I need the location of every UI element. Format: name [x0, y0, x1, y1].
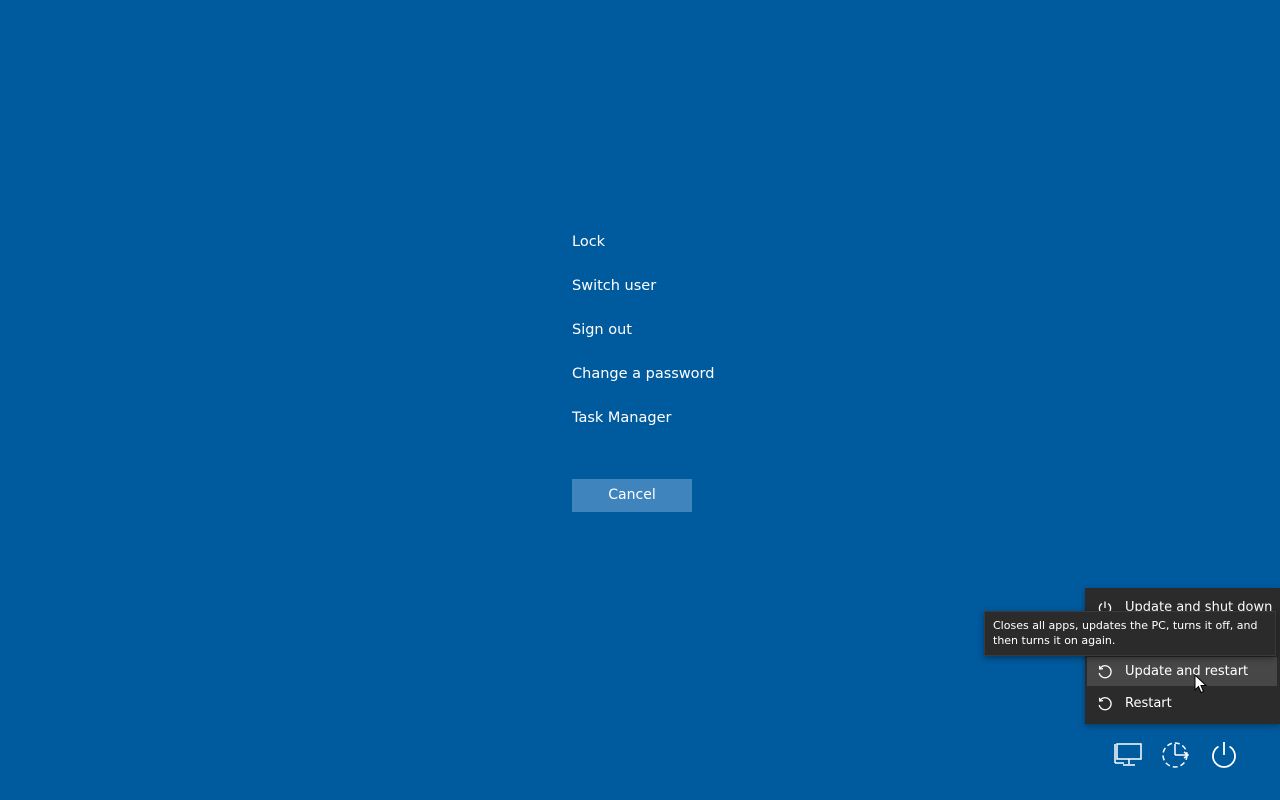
- update-and-restart-item[interactable]: Update and restart: [1087, 657, 1277, 686]
- cancel-button[interactable]: Cancel: [572, 479, 692, 512]
- sign-out-option[interactable]: Sign out: [572, 318, 714, 362]
- menu-item-label: Restart: [1125, 696, 1172, 711]
- task-manager-option[interactable]: Task Manager: [572, 406, 714, 450]
- mouse-cursor-icon: [1194, 673, 1208, 698]
- change-password-option[interactable]: Change a password: [572, 362, 714, 406]
- ctrl-alt-del-screen: Lock Switch user Sign out Change a passw…: [0, 0, 1280, 800]
- restart-icon: [1097, 696, 1113, 712]
- restart-item[interactable]: Restart: [1087, 689, 1277, 718]
- network-icon[interactable]: [1111, 738, 1145, 772]
- switch-user-option[interactable]: Switch user: [572, 274, 714, 318]
- menu-item-label: Update and restart: [1125, 664, 1249, 679]
- tooltip: Closes all apps, updates the PC, turns i…: [984, 611, 1276, 656]
- power-menu: Update and shut down Update and restart …: [1085, 588, 1280, 724]
- security-options-list: Lock Switch user Sign out Change a passw…: [572, 230, 714, 450]
- power-icon[interactable]: [1207, 738, 1241, 772]
- lock-option[interactable]: Lock: [572, 230, 714, 274]
- ease-of-access-icon[interactable]: [1159, 738, 1193, 772]
- restart-icon: [1097, 664, 1113, 680]
